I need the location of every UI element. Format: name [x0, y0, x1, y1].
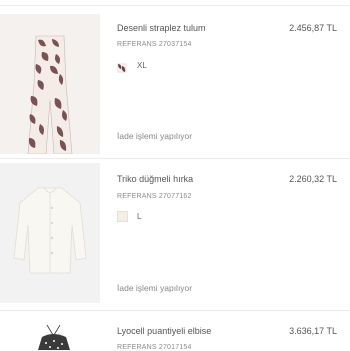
product-image-dress[interactable] [0, 315, 100, 350]
product-name[interactable]: Lyocell puantiyeli elbise [117, 326, 211, 336]
color-swatch [117, 211, 128, 222]
product-reference: REFERANS 27077162 [117, 193, 192, 200]
color-swatch [117, 60, 127, 73]
product-image-cardigan[interactable] [0, 163, 100, 303]
product-reference: REFERANS 27037154 [117, 41, 192, 48]
item-divider [0, 310, 350, 311]
product-size: XL [137, 61, 147, 70]
product-name[interactable]: Desenli straplez tulum [117, 23, 206, 33]
return-status: İade işlemi yapılıyor [117, 131, 193, 141]
product-name[interactable]: Triko düğmeli hırka [117, 174, 193, 184]
jumpsuit-illustration [0, 14, 100, 154]
product-price: 2.456,87 TL [289, 23, 337, 33]
dress-illustration [0, 315, 100, 350]
patterned-swatch-icon [117, 63, 127, 73]
cardigan-illustration [0, 163, 100, 303]
return-status: İade işlemi yapılıyor [117, 283, 193, 293]
product-size: L [137, 212, 142, 221]
top-divider [0, 5, 350, 6]
product-image-jumpsuit[interactable] [0, 14, 100, 154]
product-price: 3.636,17 TL [289, 326, 337, 336]
product-price: 2.260,32 TL [289, 174, 337, 184]
item-divider [0, 158, 350, 159]
